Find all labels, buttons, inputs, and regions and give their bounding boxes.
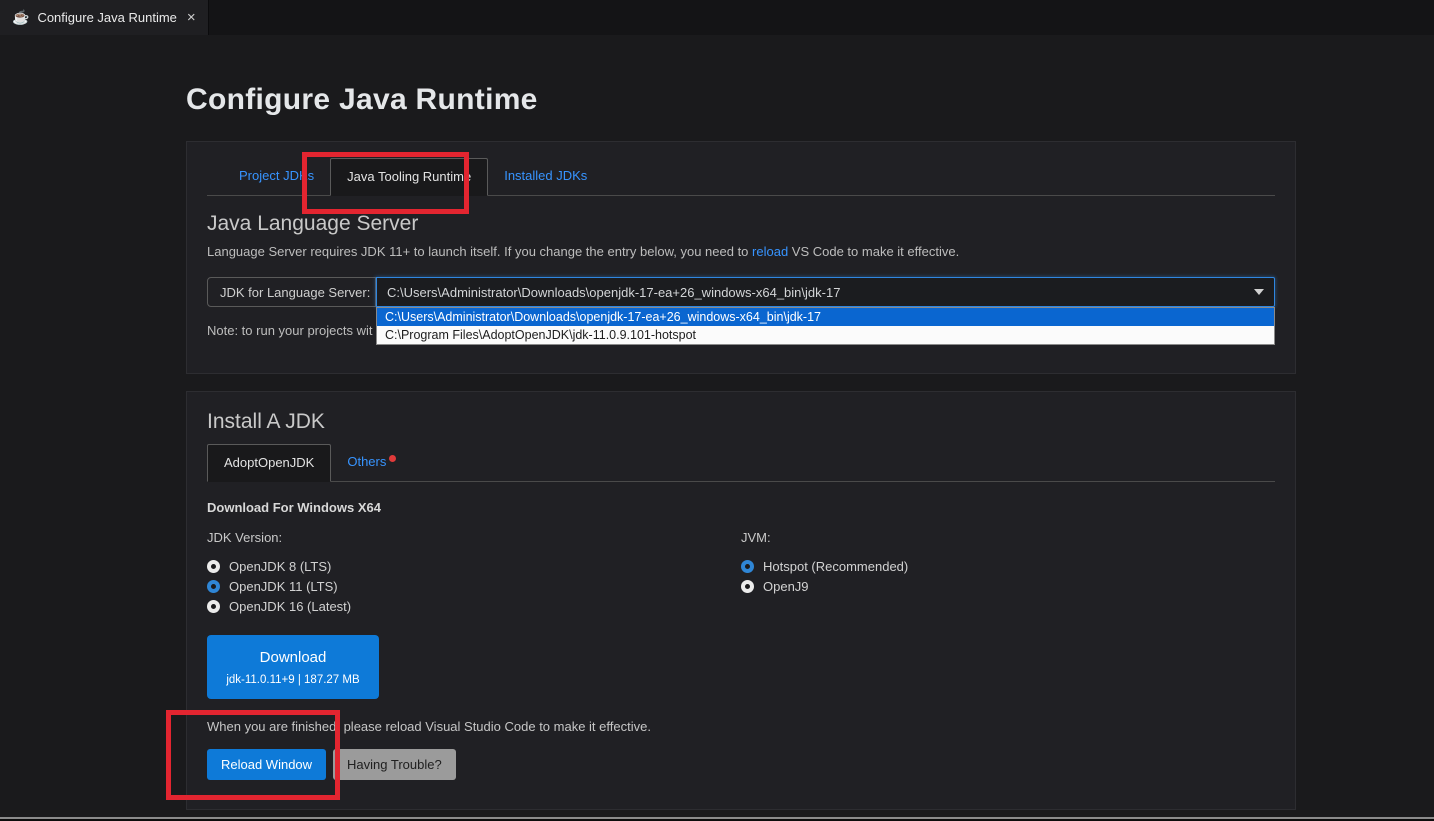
description-text-suffix: VS Code to make it effective. <box>788 244 960 259</box>
install-jdk-panel: Install A JDK AdoptOpenJDK Others Downlo… <box>186 391 1296 810</box>
bottom-edge-strip <box>0 817 1434 821</box>
jvm-label: JVM: <box>741 530 771 545</box>
tab-others-label: Others <box>347 454 387 469</box>
tab-installed-jdks[interactable]: Installed JDKs <box>488 158 603 195</box>
radio-label: Hotspot (Recommended) <box>763 559 909 574</box>
reload-window-button[interactable]: Reload Window <box>207 749 327 780</box>
dropdown-option-jdk-17[interactable]: C:\Users\Administrator\Downloads\openjdk… <box>377 308 1274 326</box>
language-server-description: Language Server requires JDK 11+ to laun… <box>207 244 1275 259</box>
radio-label: OpenJ9 <box>763 579 809 594</box>
tab-close-icon[interactable]: × <box>185 9 198 26</box>
finish-note: When you are finished, please reload Vis… <box>207 719 651 734</box>
jdk-version-column: JDK Version: OpenJDK 8 (LTS) OpenJDK 11 … <box>207 530 741 617</box>
dropdown-option-jdk-11[interactable]: C:\Program Files\AdoptOpenJDK\jdk-11.0.9… <box>377 326 1274 344</box>
radio-openjdk-16[interactable]: OpenJDK 16 (Latest) <box>207 597 741 616</box>
radio-label: OpenJDK 16 (Latest) <box>229 599 352 614</box>
radio-unchecked-icon <box>207 560 220 573</box>
radio-label: OpenJDK 8 (LTS) <box>229 559 332 574</box>
jdk-version-label: JDK Version: <box>207 530 283 545</box>
radio-openjdk-11[interactable]: OpenJDK 11 (LTS) <box>207 577 741 596</box>
having-trouble-button[interactable]: Having Trouble? <box>333 749 456 780</box>
tab-project-jdks[interactable]: Project JDKs <box>223 158 330 195</box>
editor-tab-bar: ☕ Configure Java Runtime × <box>0 0 1434 35</box>
tab-java-tooling-runtime[interactable]: Java Tooling Runtime <box>330 158 489 196</box>
radio-openjdk-8[interactable]: OpenJDK 8 (LTS) <box>207 557 741 576</box>
radio-hotspot[interactable]: Hotspot (Recommended) <box>741 557 908 576</box>
radio-unchecked-icon <box>207 600 220 613</box>
install-jdk-heading: Install A JDK <box>207 410 325 433</box>
java-runtime-panel: Project JDKs Java Tooling Runtime Instal… <box>186 141 1296 374</box>
download-button[interactable]: Download jdk-11.0.11+9 | 187.27 MB <box>207 635 379 699</box>
chevron-down-icon <box>1254 289 1264 295</box>
radio-checked-icon <box>207 580 220 593</box>
java-language-server-heading: Java Language Server <box>207 212 419 235</box>
install-tabs: AdoptOpenJDK Others <box>207 444 1275 482</box>
options-columns: JDK Version: OpenJDK 8 (LTS) OpenJDK 11 … <box>207 530 1275 617</box>
select-value: C:\Users\Administrator\Downloads\openjdk… <box>387 284 841 300</box>
runtime-tabs: Project JDKs Java Tooling Runtime Instal… <box>207 158 1275 196</box>
jdk-select-dropdown: C:\Users\Administrator\Downloads\openjdk… <box>376 307 1275 345</box>
tab-adoptopenjdk[interactable]: AdoptOpenJDK <box>207 444 332 482</box>
radio-openj9[interactable]: OpenJ9 <box>741 577 908 596</box>
webview-content: Configure Java Runtime Project JDKs Java… <box>0 35 1434 821</box>
download-button-label: Download <box>259 648 327 666</box>
editor-tab-label: Configure Java Runtime <box>37 10 177 25</box>
page-title: Configure Java Runtime <box>186 83 538 116</box>
radio-unchecked-icon <box>741 580 754 593</box>
editor-tab-configure-java-runtime[interactable]: ☕ Configure Java Runtime × <box>0 0 209 35</box>
radio-label: OpenJDK 11 (LTS) <box>229 579 338 594</box>
download-for-heading: Download For Windows X64 <box>207 500 381 515</box>
reload-link[interactable]: reload <box>752 244 788 259</box>
jdk-language-server-select[interactable]: C:\Users\Administrator\Downloads\openjdk… <box>376 277 1275 307</box>
tab-others[interactable]: Others <box>331 444 412 481</box>
jvm-column: JVM: Hotspot (Recommended) OpenJ9 <box>741 530 908 617</box>
radio-checked-icon <box>741 560 754 573</box>
notification-dot-icon <box>389 455 397 462</box>
download-button-subtext: jdk-11.0.11+9 | 187.27 MB <box>226 673 360 686</box>
description-text: Language Server requires JDK 11+ to laun… <box>207 244 753 259</box>
jdk-language-server-label: JDK for Language Server: <box>207 277 376 307</box>
java-cup-icon: ☕ <box>12 9 30 25</box>
jdk-language-server-group: JDK for Language Server: C:\Users\Admini… <box>207 277 1275 345</box>
action-buttons: Reload Window Having Trouble? <box>207 749 1275 780</box>
